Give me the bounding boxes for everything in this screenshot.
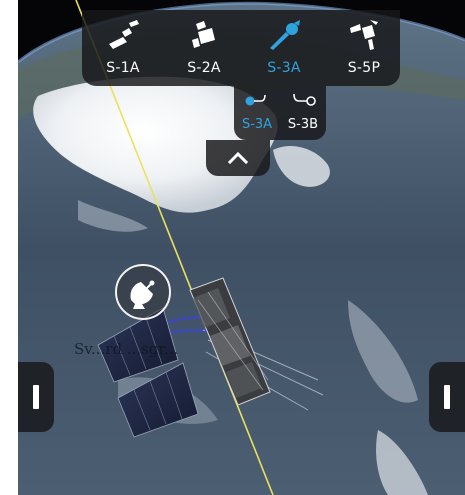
satellite-button-s5p[interactable]: S-5P (328, 10, 400, 86)
collapse-button[interactable] (206, 140, 270, 176)
sentinel-5p-satellite-icon (350, 20, 378, 50)
satellite-label: S-3A (267, 60, 301, 76)
globe-viewport[interactable]: S-1A S-2A S-3A S-5P S-3A S-3B Sv...rd ..… (18, 0, 465, 495)
left-panel-button[interactable] (18, 362, 54, 432)
orbit-a-icon (245, 94, 266, 106)
satellite-button-s3a[interactable]: S-3A (248, 10, 320, 86)
unit-label: S-3B (287, 117, 319, 132)
satellite-button-s1a[interactable]: S-1A (87, 10, 159, 86)
unit-label: S-3A (241, 117, 273, 132)
sentinel-2-satellite-icon (192, 21, 215, 48)
ground-station-button[interactable] (115, 264, 171, 320)
unit-selector-bar: S-3A S-3B (234, 86, 326, 140)
satellite-label: S-2A (187, 60, 221, 76)
right-panel-grip-icon (444, 385, 450, 409)
ground-station-label: Sv...rd ...sgr... (74, 340, 179, 358)
orbit-b-icon (293, 93, 316, 106)
satellite-label: S-1A (106, 60, 140, 76)
satellite-dish-icon (130, 280, 155, 309)
sentinel-1-satellite-icon (109, 20, 139, 49)
chevron-up-icon (227, 151, 249, 165)
unit-button-s3a[interactable]: S-3A (234, 86, 280, 140)
satellite-selector-bar: S-1A S-2A S-3A S-5P (82, 10, 400, 86)
right-panel-button[interactable] (429, 362, 465, 432)
satellite-label: S-5P (347, 60, 381, 76)
sentinel-3-satellite-icon (270, 20, 300, 50)
satellite-button-s2a[interactable]: S-2A (168, 10, 240, 86)
unit-button-s3b[interactable]: S-3B (280, 86, 326, 140)
left-panel-grip-icon (33, 385, 39, 409)
